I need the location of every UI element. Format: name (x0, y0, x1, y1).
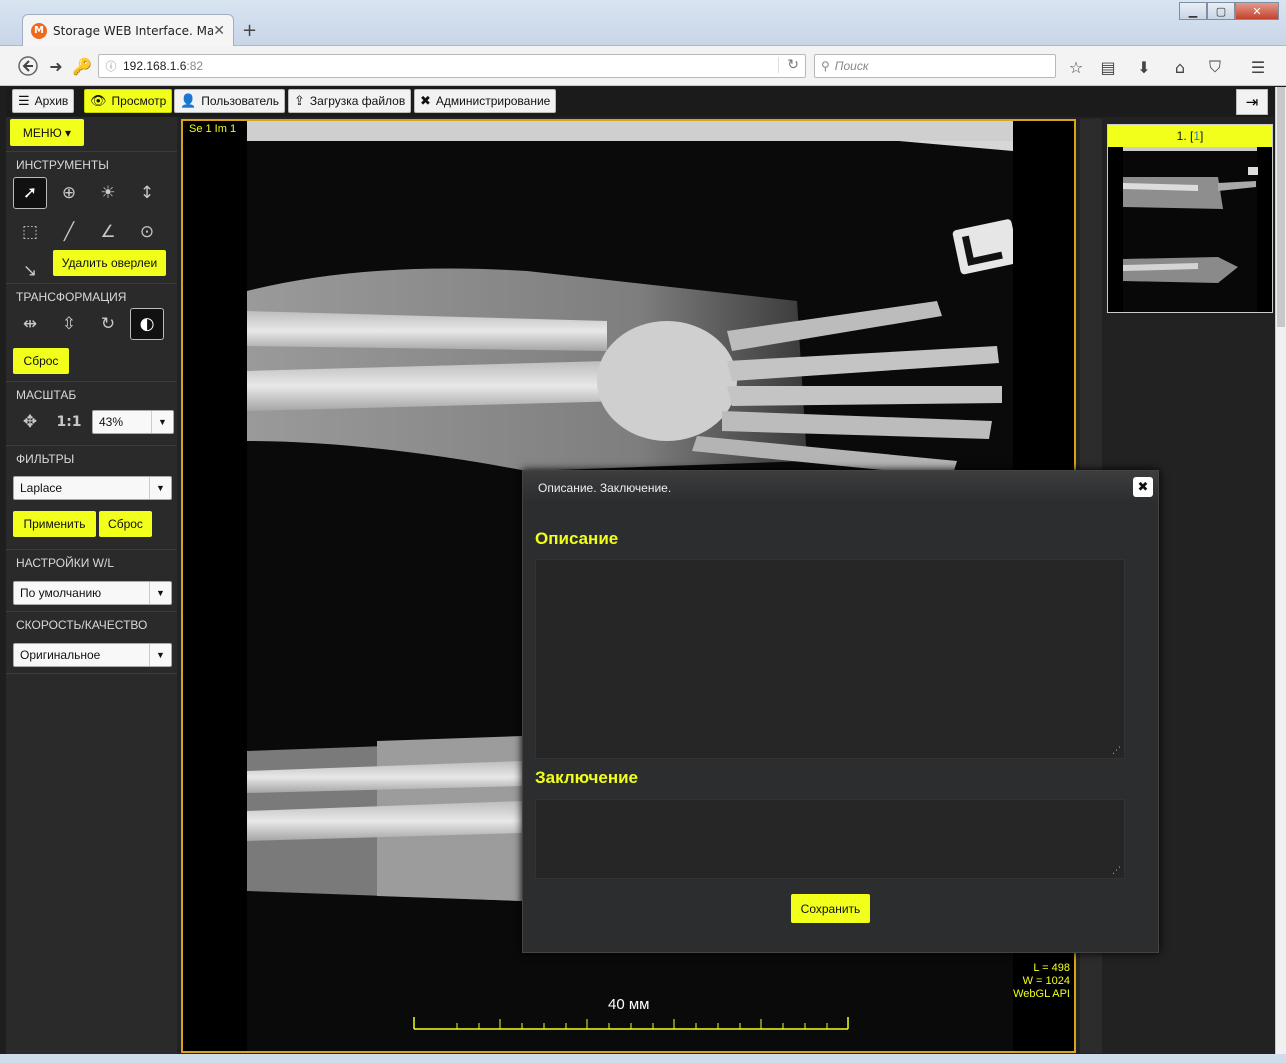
tab-archive[interactable]: ☰ Архив (12, 89, 75, 113)
scale-grid: ✥ 1:1 (13, 406, 86, 440)
line-measure-icon[interactable]: ╱ (52, 216, 86, 248)
fit-to-window-icon[interactable]: ✥ (13, 406, 47, 438)
height-measure-icon[interactable]: ↕ (130, 177, 164, 209)
tools-section-title: ИНСТРУМЕНТЫ (6, 151, 177, 175)
filter-select[interactable]: Laplace ▼ (13, 476, 172, 500)
reading-list-icon[interactable]: ▤ (1096, 56, 1120, 78)
invert-icon[interactable]: ◐ (130, 308, 164, 340)
quality-section-title: СКОРОСТЬ/КАЧЕСТВО (6, 611, 177, 635)
width-value: W = 1024 (1022, 975, 1070, 987)
scale-ruler (413, 1017, 849, 1030)
info-icon[interactable]: ⓘ (99, 58, 123, 74)
tab-user[interactable]: 👤 Пользователь (174, 89, 286, 113)
logout-icon[interactable]: ⇥ (1236, 89, 1268, 115)
new-tab-button[interactable]: + (242, 20, 257, 41)
description-dialog: Описание. Заключение. ✖ Описание ⋰ Заклю… (522, 470, 1159, 953)
wl-section-title: НАСТРОЙКИ W/L (6, 549, 177, 573)
forward-icon[interactable]: ➜ (44, 55, 68, 77)
bookmark-star-icon[interactable]: ☆ (1064, 56, 1088, 78)
user-icon: 👤 (180, 93, 197, 108)
delete-overlays-button[interactable]: Удалить оверлеи (53, 250, 166, 276)
pointer-icon[interactable]: ➚ (13, 177, 47, 209)
render-api: WebGL API (1013, 988, 1070, 1000)
browser-titlebar: M Storage WEB Interface. Ma... ✕ + ▁ ▢ ✕ (0, 0, 1286, 46)
actual-size-icon[interactable]: 1:1 (52, 406, 86, 438)
wl-select[interactable]: По умолчанию ▼ (13, 581, 172, 605)
search-icon: ⚲ (821, 59, 830, 73)
conclusion-textarea[interactable]: ⋰ (535, 799, 1125, 879)
tab-title: Storage WEB Interface. Ma... (53, 23, 213, 38)
series-label: Se 1 Im 1 (189, 123, 237, 135)
tools-icon: ✖ (420, 93, 431, 108)
chevron-down-icon: ▼ (149, 644, 171, 666)
ellipse-roi-icon[interactable]: ⊙ (130, 216, 164, 248)
dialog-title: Описание. Заключение. (538, 481, 672, 495)
zoom-icon[interactable]: ⊕ (52, 177, 86, 209)
pocket-icon[interactable]: ⛉ (1203, 56, 1227, 78)
scale-select[interactable]: 43% ▼ (92, 410, 174, 434)
filter-reset-button[interactable]: Сброс (99, 511, 152, 537)
description-label: Описание (535, 529, 619, 548)
eye-icon: 👁 (90, 93, 107, 108)
brightness-icon[interactable]: ☀ (91, 177, 125, 209)
series-thumbnail[interactable]: 1. [1] (1107, 124, 1273, 313)
transform-grid: ⇹ ⇳ ↻ ◐ (13, 308, 164, 342)
favicon-icon: M (31, 22, 47, 39)
tab-view[interactable]: 👁 Просмотр (84, 89, 173, 113)
minimize-icon[interactable]: ▁ (1179, 2, 1207, 20)
description-textarea[interactable]: ⋰ (535, 559, 1125, 759)
flip-vertical-icon[interactable]: ⇳ (52, 308, 86, 340)
dialog-header: Описание. Заключение. (523, 471, 1158, 505)
window-close-icon[interactable]: ✕ (1235, 2, 1279, 20)
filters-section-title: ФИЛЬТРЫ (6, 445, 177, 469)
chevron-down-icon: ▼ (149, 477, 171, 499)
left-panel: МЕНЮ ▾ ИНСТРУМЕНТЫ ➚ ⊕ ☀ ↕ ⬚ ╱ ∠ ⊙ ↘ Уда… (6, 117, 177, 1054)
resize-grip-icon[interactable]: ⋰ (1112, 866, 1121, 876)
transform-reset-button[interactable]: Сброс (13, 348, 69, 374)
tab-upload[interactable]: ⇪ Загрузка файлов (288, 89, 412, 113)
angle-icon[interactable]: ∠ (91, 216, 125, 248)
scale-section-title: МАСШТАБ (6, 381, 177, 405)
back-icon[interactable] (16, 55, 40, 77)
rectangle-select-icon[interactable]: ⬚ (13, 216, 47, 248)
conclusion-label: Заключение (535, 768, 638, 787)
wl-info: L = 498 W = 1024 WebGL API (1013, 962, 1070, 1001)
apply-filter-button[interactable]: Применить (13, 511, 96, 537)
flip-horizontal-icon[interactable]: ⇹ (13, 308, 47, 340)
maximize-icon[interactable]: ▢ (1207, 2, 1235, 20)
hamburger-menu-icon[interactable]: ☰ (1246, 56, 1270, 78)
thumbnail-header: 1. [1] (1108, 125, 1272, 147)
app-topbar: ☰ Архив 👁 Просмотр 👤 Пользователь ⇪ Загрузка… (6, 87, 1274, 117)
window-frame-bottom (0, 1054, 1286, 1063)
close-icon[interactable]: ✖ (1133, 477, 1153, 497)
url-text[interactable]: 192.168.1.6:82 (123, 59, 203, 73)
browser-tab[interactable]: M Storage WEB Interface. Ma... ✕ (22, 14, 234, 46)
level-value: L = 498 (1033, 962, 1070, 974)
menu-button[interactable]: МЕНЮ ▾ (10, 119, 84, 146)
page-scrollbar[interactable] (1275, 87, 1286, 1054)
key-icon[interactable]: 🔑 (70, 55, 94, 77)
save-button[interactable]: Сохранить (791, 894, 870, 923)
reload-icon[interactable]: ↻ (778, 57, 799, 73)
tab-close-icon[interactable]: ✕ (213, 23, 225, 39)
resize-grip-icon[interactable]: ⋰ (1112, 746, 1121, 756)
scrollbar-thumb[interactable] (1277, 87, 1285, 327)
tab-admin[interactable]: ✖ Администрирование (414, 89, 557, 113)
url-bar[interactable]: ⓘ 192.168.1.6:82 ↻ (98, 54, 806, 78)
browser-navbar: ➜ 🔑 ⓘ 192.168.1.6:82 ↻ ⚲ Поиск ☆ ▤ ⬇ ⌂ ⛉… (0, 46, 1286, 86)
transform-section-title: ТРАНСФОРМАЦИЯ (6, 283, 177, 307)
quality-select[interactable]: Оригинальное ▼ (13, 643, 172, 667)
chevron-down-icon: ▼ (151, 411, 173, 433)
list-icon: ☰ (18, 93, 30, 108)
chevron-down-icon: ▼ (149, 582, 171, 604)
search-input[interactable]: ⚲ Поиск (814, 54, 1056, 78)
thumbnail-image (1123, 147, 1258, 312)
download-icon[interactable]: ⬇ (1132, 56, 1156, 78)
home-icon[interactable]: ⌂ (1168, 56, 1192, 78)
upload-icon: ⇪ (294, 93, 305, 108)
scale-label: 40 мм (608, 996, 650, 1013)
panel-divider (6, 673, 177, 674)
window-controls: ▁ ▢ ✕ (1179, 2, 1279, 20)
rotate-icon[interactable]: ↻ (91, 308, 125, 340)
